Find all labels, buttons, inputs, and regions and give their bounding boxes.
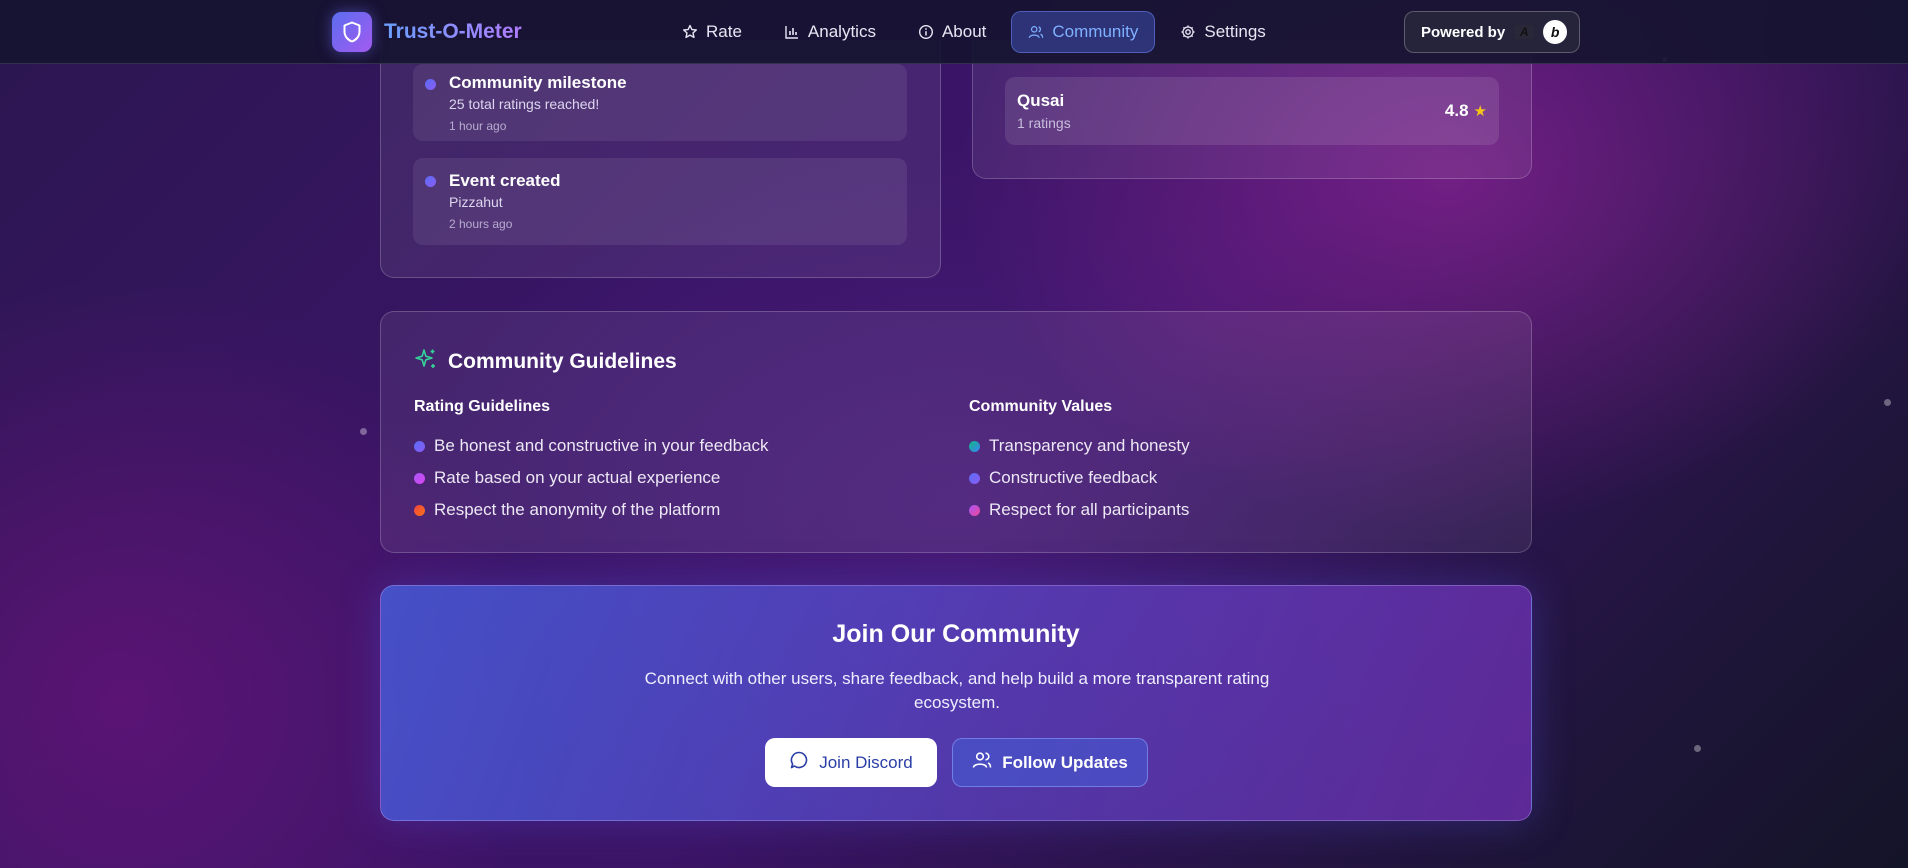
value-text: Respect for all participants	[989, 500, 1190, 519]
users-icon	[1028, 24, 1044, 40]
sparkles-icon	[414, 347, 438, 376]
info-icon	[918, 24, 934, 40]
activity-description: 25 total ratings reached!	[449, 96, 600, 112]
activity-title: Event created	[449, 171, 561, 190]
activity-dot-icon	[425, 176, 436, 187]
activity-item: Event created Pizzahut 2 hours ago	[413, 158, 907, 245]
follow-updates-label: Follow Updates	[1002, 752, 1128, 772]
guidelines-header: Community Guidelines	[414, 347, 677, 376]
bar-chart-icon	[784, 24, 800, 40]
nav-item-analytics[interactable]: Analytics	[767, 11, 893, 53]
background-dot	[1694, 745, 1701, 752]
bullet-icon	[969, 440, 980, 452]
activity-time: 2 hours ago	[449, 217, 513, 231]
guideline-text: Rate based on your actual experience	[434, 468, 721, 487]
user-rating-count: 1 ratings	[1017, 115, 1071, 131]
activity-time: 1 hour ago	[449, 119, 507, 133]
guideline-item: Rate based on your actual experience	[414, 462, 769, 494]
message-circle-icon	[789, 750, 809, 775]
user-name: Qusai	[1017, 91, 1065, 110]
nav-item-about[interactable]: About	[901, 11, 1003, 53]
rating-guidelines-heading: Rating Guidelines	[414, 398, 551, 415]
guideline-item: Be honest and constructive in your feedb…	[414, 430, 769, 462]
join-title: Join Our Community	[832, 620, 1080, 648]
bullet-icon	[414, 440, 425, 452]
rating-guidelines-column: Rating Guidelines Be honest and construc…	[414, 398, 769, 526]
users-icon	[972, 751, 992, 774]
guideline-text: Respect the anonymity of the platform	[434, 500, 721, 519]
nav-item-label: About	[941, 22, 987, 41]
value-item: Respect for all participants	[969, 494, 1190, 526]
join-discord-button[interactable]: Join Discord	[765, 738, 937, 787]
star-icon: ★	[1473, 103, 1487, 120]
value-item: Constructive feedback	[969, 462, 1190, 494]
brand[interactable]: Trust-O-Meter	[332, 12, 522, 52]
nav-item-label: Community	[1052, 22, 1139, 41]
join-community-panel: Join Our Community Connect with other us…	[380, 585, 1532, 821]
guidelines-title: Community Guidelines	[448, 349, 677, 373]
nav-item-settings[interactable]: Settings	[1163, 11, 1282, 53]
guideline-text: Be honest and constructive in your feedb…	[434, 436, 769, 455]
background-dot	[360, 428, 367, 435]
community-values-heading: Community Values	[969, 398, 1113, 415]
user-score: 4.8 ★	[1445, 101, 1487, 121]
guideline-item: Respect the anonymity of the platform	[414, 494, 769, 526]
nav-item-rate[interactable]: Rate	[665, 11, 759, 53]
bullet-icon	[969, 504, 980, 516]
user-score-value: 4.8	[1444, 101, 1469, 120]
partner-logo-a: A	[1515, 25, 1534, 39]
join-description: Connect with other users, share feedback…	[644, 669, 1270, 712]
powered-by-label: Powered by	[1421, 23, 1506, 41]
recent-activity-panel: Community milestone 25 total ratings rea…	[380, 40, 941, 278]
partner-logo-b: b	[1543, 20, 1568, 44]
activity-dot-icon	[425, 79, 436, 90]
activity-item: Community milestone 25 total ratings rea…	[413, 64, 907, 141]
community-guidelines-panel: Community Guidelines Rating Guidelines B…	[380, 311, 1532, 553]
community-values-column: Community Values Transparency and honest…	[969, 398, 1190, 526]
nav-item-label: Analytics	[807, 22, 876, 41]
shield-icon	[332, 12, 372, 52]
nav-item-label: Settings	[1204, 22, 1266, 41]
nav-item-community[interactable]: Community	[1011, 11, 1156, 53]
value-item: Transparency and honesty	[969, 430, 1190, 462]
activity-title: Community milestone	[449, 73, 627, 92]
bullet-icon	[969, 472, 980, 484]
value-text: Constructive feedback	[989, 468, 1158, 487]
brand-name: Trust-O-Meter	[384, 20, 522, 43]
navbar: Trust-O-Meter Rate Analytics About Commu…	[0, 0, 1908, 64]
nav-item-label: Rate	[706, 22, 742, 41]
nav-links: Rate Analytics About Community Settings	[665, 11, 1283, 53]
background-dot	[1884, 399, 1891, 406]
user-row[interactable]: Qusai 1 ratings 4.8 ★	[1005, 77, 1499, 145]
follow-updates-button[interactable]: Follow Updates	[952, 738, 1148, 787]
star-icon	[682, 24, 698, 40]
join-discord-label: Join Discord	[819, 752, 913, 772]
powered-by-badge[interactable]: Powered by A b	[1404, 11, 1580, 53]
value-text: Transparency and honesty	[989, 436, 1190, 455]
bullet-icon	[414, 472, 425, 484]
gear-icon	[1180, 24, 1196, 40]
bullet-icon	[414, 504, 425, 516]
activity-description: Pizzahut	[449, 194, 503, 210]
